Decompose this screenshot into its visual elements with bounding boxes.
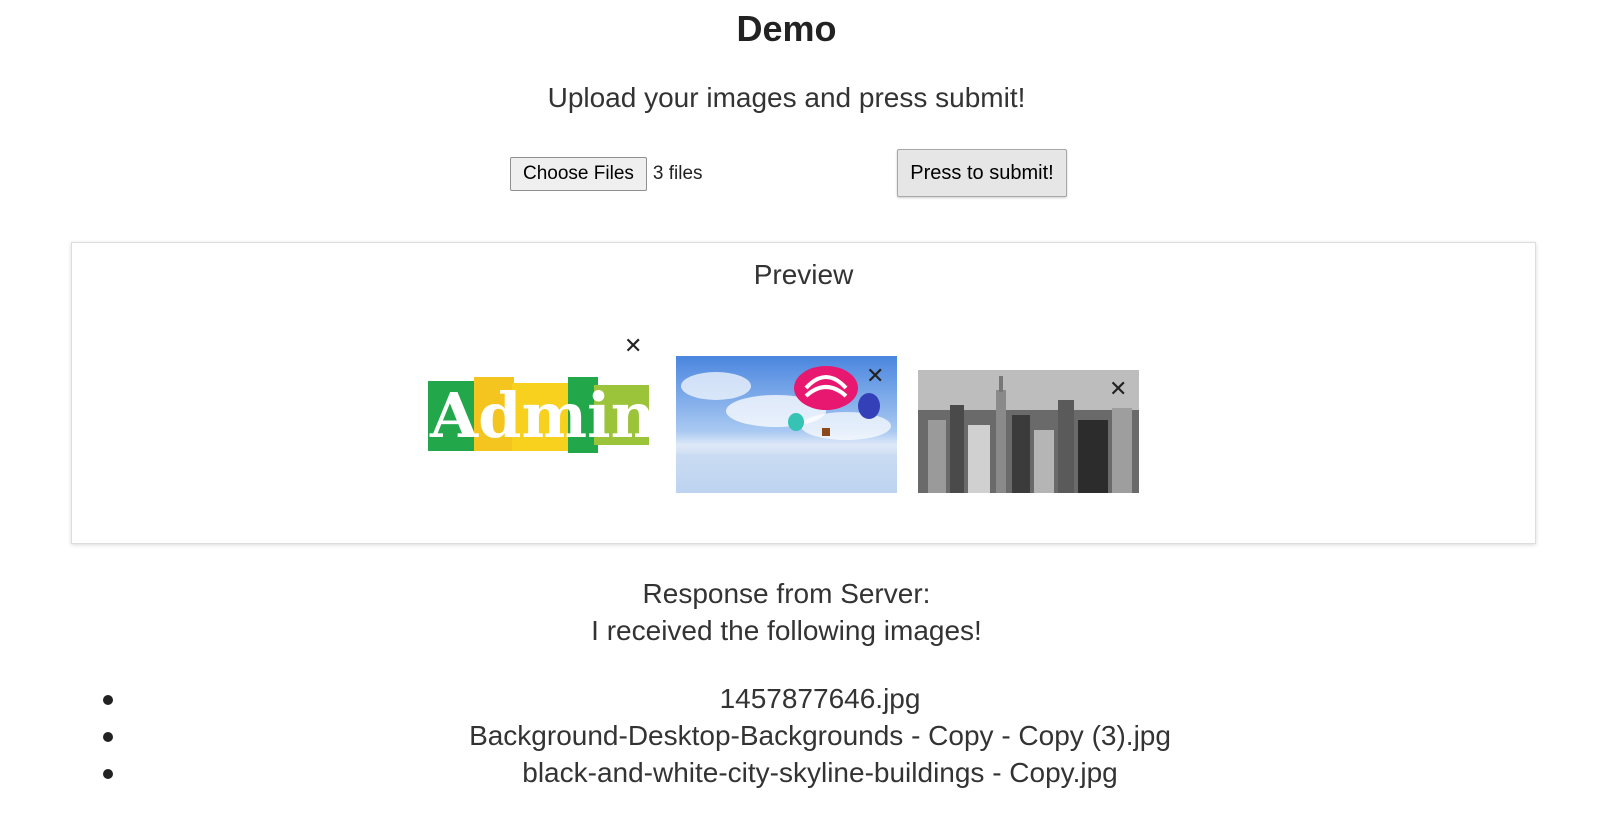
- city-skyline-graphic: [918, 370, 1139, 493]
- city-skyline-image: [918, 370, 1139, 493]
- file-name: 1457877646.jpg: [719, 683, 921, 714]
- bullet-icon: [103, 732, 113, 742]
- remove-image-3-icon[interactable]: ✕: [1109, 378, 1127, 400]
- page-subtitle: Upload your images and press submit!: [547, 82, 1026, 113]
- bullet-icon: [103, 695, 113, 705]
- balloons-image: [676, 356, 897, 493]
- file-count-label: 3 files: [652, 163, 703, 184]
- preview-heading: Preview: [753, 259, 854, 290]
- server-response: Response from Server: I received the fol…: [0, 575, 1573, 649]
- file-input-row: Choose Files 3 files: [510, 157, 703, 191]
- preview-panel: Preview Admin ✕ ✕ ✕: [71, 242, 1536, 544]
- response-message: I received the following images!: [591, 615, 982, 646]
- response-heading: Response from Server:: [642, 578, 931, 609]
- file-name: Background-Desktop-Backgrounds - Copy - …: [469, 720, 1171, 751]
- list-item: 1457877646.jpg: [0, 680, 1520, 717]
- list-item: black-and-white-city-skyline-buildings -…: [0, 754, 1520, 791]
- received-files-list: 1457877646.jpg Background-Desktop-Backgr…: [0, 680, 1603, 791]
- remove-image-2-icon[interactable]: ✕: [866, 365, 884, 387]
- file-name: black-and-white-city-skyline-buildings -…: [522, 757, 1118, 788]
- page-title: Demo: [736, 8, 837, 49]
- remove-image-1-icon[interactable]: ✕: [624, 335, 642, 357]
- admin-logo-text: Admin: [429, 379, 649, 452]
- page: Demo Upload your images and press submit…: [0, 0, 1603, 837]
- bullet-icon: [103, 769, 113, 779]
- balloons-graphic: [676, 356, 897, 493]
- admin-logo-image: Admin: [428, 371, 656, 453]
- choose-files-button[interactable]: Choose Files: [510, 157, 647, 191]
- submit-button[interactable]: Press to submit!: [897, 149, 1067, 197]
- admin-logo-graphic: Admin: [428, 377, 656, 453]
- list-item: Background-Desktop-Backgrounds - Copy - …: [0, 717, 1520, 754]
